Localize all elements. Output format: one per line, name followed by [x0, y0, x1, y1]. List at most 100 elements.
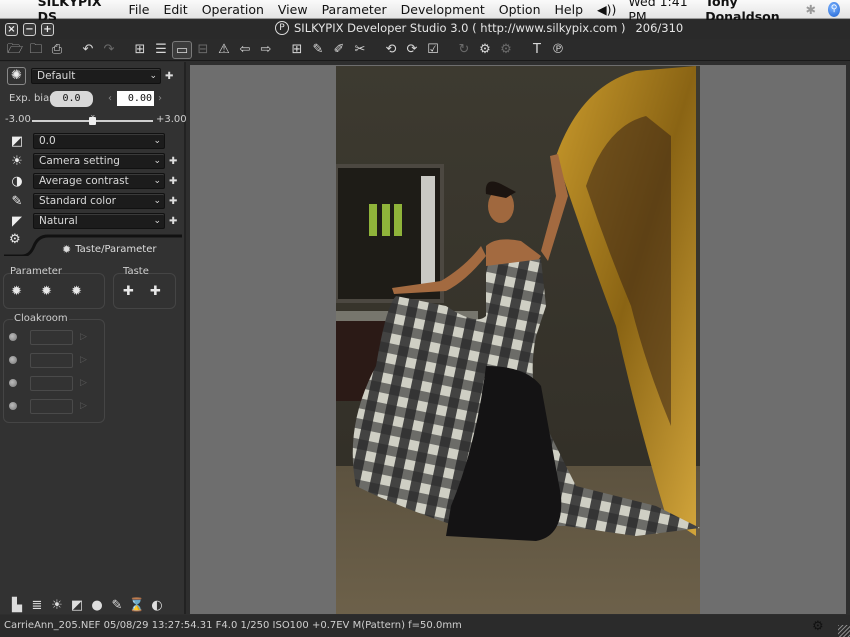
rotate-right-icon[interactable]: ⟳ — [402, 41, 422, 59]
exposure-slider-thumb[interactable] — [88, 117, 96, 125]
batch-develop-icon[interactable]: ⚙ — [496, 41, 516, 59]
open-folder-icon[interactable]: 🗁 — [5, 41, 25, 59]
resize-handle[interactable] — [838, 625, 850, 637]
add-preset-icon[interactable]: ✚ — [169, 176, 177, 187]
crop-icon[interactable]: ✂ — [350, 41, 370, 59]
cloakroom-apply-icon[interactable]: ▷ — [80, 332, 87, 342]
add-preset-icon[interactable]: ✚ — [169, 156, 177, 167]
gear-remove-icon[interactable]: ✹ — [41, 284, 52, 299]
exposure-increment-button[interactable]: › — [158, 93, 162, 104]
menu-option[interactable]: Option — [499, 2, 541, 17]
refresh-icon[interactable]: ↻ — [454, 41, 474, 59]
preset-add-icon[interactable]: ✚ — [165, 71, 173, 82]
parameter-row: ☀ Camera setting ⌄ ✚ — [0, 152, 186, 170]
print-icon[interactable]: ⎙ — [47, 41, 67, 59]
tone-curve-icon[interactable]: ◩ — [67, 598, 87, 613]
taste-add-icon[interactable]: ✚ — [123, 284, 134, 299]
cloakroom-slot-radio[interactable] — [9, 333, 17, 341]
view-compare-icon[interactable]: ⊟ — [193, 41, 213, 59]
cloakroom-slot-field[interactable] — [30, 399, 73, 414]
highlight-icon[interactable]: ☀ — [47, 598, 67, 613]
grid-icon[interactable]: ⊞ — [287, 41, 307, 59]
gear-icon: ✹ — [62, 243, 72, 256]
color-pen-icon[interactable]: ✎ — [107, 598, 127, 613]
search-icon[interactable]: ⚲ — [828, 1, 841, 17]
parameter-value: Natural — [39, 215, 78, 227]
lens-correction-icon[interactable]: ⌛ — [127, 598, 147, 613]
preset-gear-icon[interactable]: ✺ — [7, 67, 26, 85]
exposure-decrement-button[interactable]: ‹ — [108, 93, 112, 104]
vignette-icon[interactable]: ◐ — [147, 598, 167, 613]
exif-summary: CarrieAnn_205.NEF 05/08/29 13:27:54.31 F… — [4, 620, 462, 631]
close-button[interactable]: × — [5, 23, 18, 36]
silkypix-logo-icon[interactable]: ℗ — [548, 41, 568, 59]
contrast-icon[interactable]: ◑ — [6, 174, 28, 189]
speaker-icon[interactable]: ◀)) — [597, 2, 616, 17]
window-titlebar: × − + P SILKYPIX Developer Studio 3.0 ( … — [0, 20, 850, 39]
photo-image — [336, 66, 700, 614]
exposure-compensation-icon[interactable]: ◩ — [6, 134, 28, 149]
minimize-button[interactable]: − — [23, 23, 36, 36]
cloakroom-slot-field[interactable] — [30, 376, 73, 391]
color-sphere-icon[interactable]: ● — [87, 598, 107, 613]
parameter-select[interactable]: Average contrast ⌄ — [33, 173, 165, 189]
mark-check-icon[interactable]: ☑ — [423, 41, 443, 59]
hammer-tool-icon[interactable]: T — [527, 41, 547, 59]
gear-revert-icon[interactable]: ✹ — [71, 284, 82, 299]
cloakroom-apply-icon[interactable]: ▷ — [80, 378, 87, 388]
cloakroom-slot-field[interactable] — [30, 353, 73, 368]
redo-icon[interactable]: ↷ — [99, 41, 119, 59]
cloakroom-slot-field[interactable] — [30, 330, 73, 345]
exif-icon[interactable]: ≣ — [27, 598, 47, 613]
exposure-bias-input[interactable]: 0.00 — [117, 91, 154, 106]
rotate-left-icon[interactable]: ⟲ — [381, 41, 401, 59]
menu-operation[interactable]: Operation — [202, 2, 264, 17]
white-balance-dropper-icon[interactable]: ✎ — [308, 41, 328, 59]
menu-help[interactable]: Help — [555, 2, 584, 17]
histogram-icon[interactable]: ▙ — [7, 598, 27, 613]
cloakroom-apply-icon[interactable]: ▷ — [80, 401, 87, 411]
view-preview-icon[interactable]: ▭ — [172, 40, 192, 59]
view-thumbnails-icon[interactable]: ⊞ — [130, 41, 150, 59]
view-thumbnail-preview-icon[interactable]: ☰ — [151, 41, 171, 59]
menu-development[interactable]: Development — [401, 2, 485, 17]
photo-preview[interactable] — [336, 66, 700, 614]
zoom-button[interactable]: + — [41, 23, 54, 36]
open-file-icon[interactable]: 🗀 — [26, 41, 46, 59]
add-preset-icon[interactable]: ✚ — [169, 196, 177, 207]
color-icon[interactable]: ✎ — [6, 194, 28, 209]
taste-edit-icon[interactable]: ✚ — [150, 284, 161, 299]
parameter-select[interactable]: Standard color ⌄ — [33, 193, 165, 209]
previous-image-icon[interactable]: ⇦ — [235, 41, 255, 59]
parameter-value: Average contrast — [39, 175, 129, 187]
parameter-value: Camera setting — [39, 155, 120, 167]
develop-settings-icon[interactable]: ⚙ — [475, 41, 495, 59]
menu-parameter[interactable]: Parameter — [322, 2, 387, 17]
preset-select[interactable]: Default ⌄ — [31, 68, 161, 84]
sharpness-icon[interactable]: ◤ — [6, 214, 28, 229]
gears-add-icon[interactable]: ⚙ — [9, 232, 21, 247]
white-balance-icon[interactable]: ☀ — [6, 154, 28, 169]
cloakroom-slot-radio[interactable] — [9, 379, 17, 387]
bluetooth-icon[interactable]: ✱ — [806, 2, 816, 17]
parameter-select[interactable]: Camera setting ⌄ — [33, 153, 165, 169]
parameter-select[interactable]: Natural ⌄ — [33, 213, 165, 229]
chevron-down-icon: ⌄ — [153, 176, 161, 186]
exposure-bias-field[interactable]: 0.0 — [50, 91, 93, 107]
parameter-select[interactable]: 0.0 ⌄ — [33, 133, 165, 149]
menu-bar: SILKYPIX DS File Edit Operation View Par… — [0, 0, 850, 24]
cloakroom-slot-radio[interactable] — [9, 402, 17, 410]
gear-add-icon[interactable]: ✹ — [11, 284, 22, 299]
activity-gear-icon: ⚙ — [812, 619, 824, 634]
gray-dropper-icon[interactable]: ✐ — [329, 41, 349, 59]
menu-file[interactable]: File — [129, 2, 150, 17]
cloakroom-apply-icon[interactable]: ▷ — [80, 355, 87, 365]
next-image-icon[interactable]: ⇨ — [256, 41, 276, 59]
warning-icon[interactable]: ⚠ — [214, 41, 234, 59]
add-preset-icon[interactable]: ✚ — [169, 216, 177, 227]
tab-taste-parameter[interactable]: ✹ Taste/Parameter — [62, 243, 156, 256]
cloakroom-slot-radio[interactable] — [9, 356, 17, 364]
menu-edit[interactable]: Edit — [163, 2, 187, 17]
undo-icon[interactable]: ↶ — [78, 41, 98, 59]
menu-view[interactable]: View — [278, 2, 308, 17]
